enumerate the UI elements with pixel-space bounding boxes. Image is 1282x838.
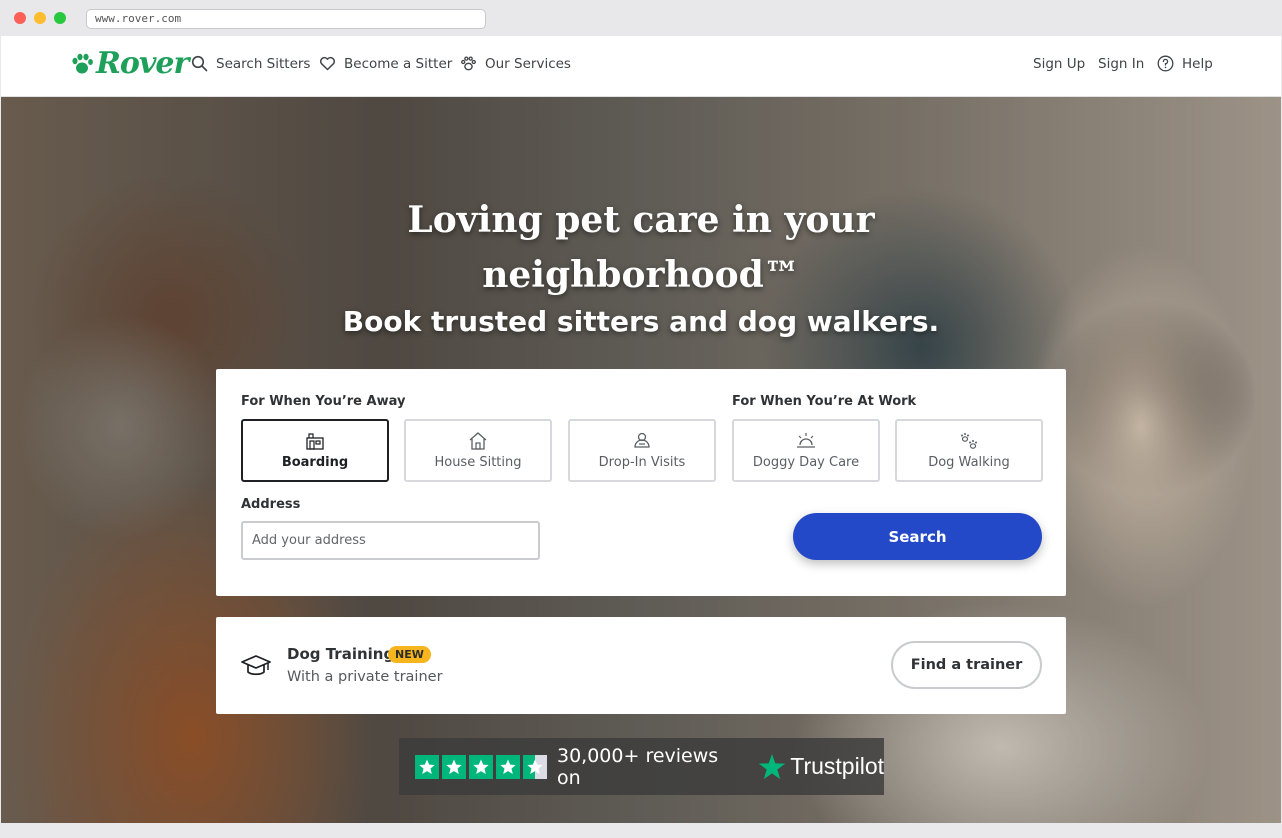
maximize-window-button[interactable] bbox=[54, 12, 66, 24]
star-icon bbox=[415, 754, 439, 779]
logo-text: Rover bbox=[96, 46, 189, 81]
service-tile-boarding[interactable]: Boarding bbox=[241, 419, 389, 482]
service-tile-label: Boarding bbox=[281, 455, 349, 470]
sign-in-label: Sign In bbox=[1098, 56, 1145, 72]
service-tile-label: Drop-In Visits bbox=[598, 455, 686, 470]
nav-our-services[interactable]: Our Services bbox=[460, 55, 571, 72]
star-icon bbox=[496, 754, 520, 779]
help-link[interactable]: Help bbox=[1157, 55, 1213, 72]
half-star-icon bbox=[523, 754, 547, 779]
trustpilot-reviews-text: 30,000+ reviews on bbox=[557, 744, 719, 789]
sign-in-link[interactable]: Sign In bbox=[1098, 56, 1144, 72]
hero-title: Loving pet care in your neighborhood™ bbox=[407, 199, 875, 296]
trustpilot-logo: Trustpilot bbox=[758, 753, 884, 781]
hero-subtitle: Book trusted sitters and dog walkers. bbox=[342, 305, 940, 338]
find-trainer-button[interactable]: Find a trainer bbox=[891, 641, 1042, 689]
trustpilot-star-icon bbox=[759, 753, 786, 779]
heart-icon bbox=[319, 56, 336, 71]
sun-icon bbox=[797, 433, 815, 448]
logo-paw-icon bbox=[72, 53, 93, 73]
nav-search-sitters-label: Search Sitters bbox=[216, 55, 311, 72]
trustpilot-brand: Trustpilot bbox=[790, 753, 884, 779]
boarding-icon bbox=[306, 433, 324, 450]
sign-up-label: Sign Up bbox=[1033, 56, 1086, 72]
nav-our-services-label: Our Services bbox=[485, 55, 571, 72]
trustpilot-stars bbox=[415, 754, 547, 779]
search-button[interactable]: Search bbox=[793, 513, 1042, 560]
site-header: Rover Search Sitters Become a Sitter Our… bbox=[1, 36, 1281, 97]
service-tile-dog-walking[interactable]: Dog Walking bbox=[895, 419, 1043, 482]
away-group-label: For When You’re Away bbox=[241, 394, 406, 409]
training-subtitle: With a private trainer bbox=[287, 669, 443, 685]
search-icon bbox=[191, 55, 208, 72]
house-icon bbox=[469, 432, 487, 450]
help-label: Help bbox=[1182, 55, 1213, 72]
drop-in-icon bbox=[634, 432, 650, 448]
work-group-label: For When You’re At Work bbox=[732, 394, 917, 409]
address-label: Address bbox=[241, 497, 301, 512]
close-window-button[interactable] bbox=[14, 12, 26, 24]
service-tile-label: Doggy Day Care bbox=[752, 455, 860, 470]
service-tile-doggy-day-care[interactable]: Doggy Day Care bbox=[732, 419, 880, 482]
paw-icon bbox=[461, 56, 476, 71]
paw-prints-icon bbox=[961, 433, 977, 449]
help-icon bbox=[1157, 55, 1174, 72]
rover-logo[interactable]: Rover bbox=[71, 46, 189, 81]
service-tile-drop-in-visits[interactable]: Drop-In Visits bbox=[568, 419, 716, 482]
minimize-window-button[interactable] bbox=[34, 12, 46, 24]
star-icon bbox=[469, 754, 493, 779]
nav-search-sitters[interactable]: Search Sitters bbox=[191, 55, 310, 72]
new-badge: NEW bbox=[388, 646, 431, 663]
sign-up-link[interactable]: Sign Up bbox=[1033, 56, 1085, 72]
star-icon bbox=[442, 754, 466, 779]
address-input[interactable] bbox=[241, 521, 540, 560]
browser-chrome: www.rover.com bbox=[0, 0, 1282, 36]
url-bar[interactable]: www.rover.com bbox=[86, 9, 486, 29]
service-tile-label: House Sitting bbox=[434, 455, 522, 470]
hero-section: Loving pet care in your neighborhood™ Bo… bbox=[1, 97, 1281, 823]
training-title: Dog Training bbox=[287, 645, 395, 663]
service-tile-house-sitting[interactable]: House Sitting bbox=[404, 419, 552, 482]
dog-training-card: Dog Training NEW With a private trainer … bbox=[216, 617, 1066, 714]
nav-become-a-sitter-label: Become a Sitter bbox=[344, 55, 453, 72]
service-tile-label: Dog Walking bbox=[928, 455, 1010, 470]
nav-become-a-sitter[interactable]: Become a Sitter bbox=[319, 55, 452, 72]
graduation-cap-icon bbox=[241, 655, 271, 676]
trustpilot-bar[interactable]: 30,000+ reviews on Trustpilot bbox=[399, 738, 884, 795]
search-card: For When You’re Away For When You’re At … bbox=[216, 369, 1066, 596]
